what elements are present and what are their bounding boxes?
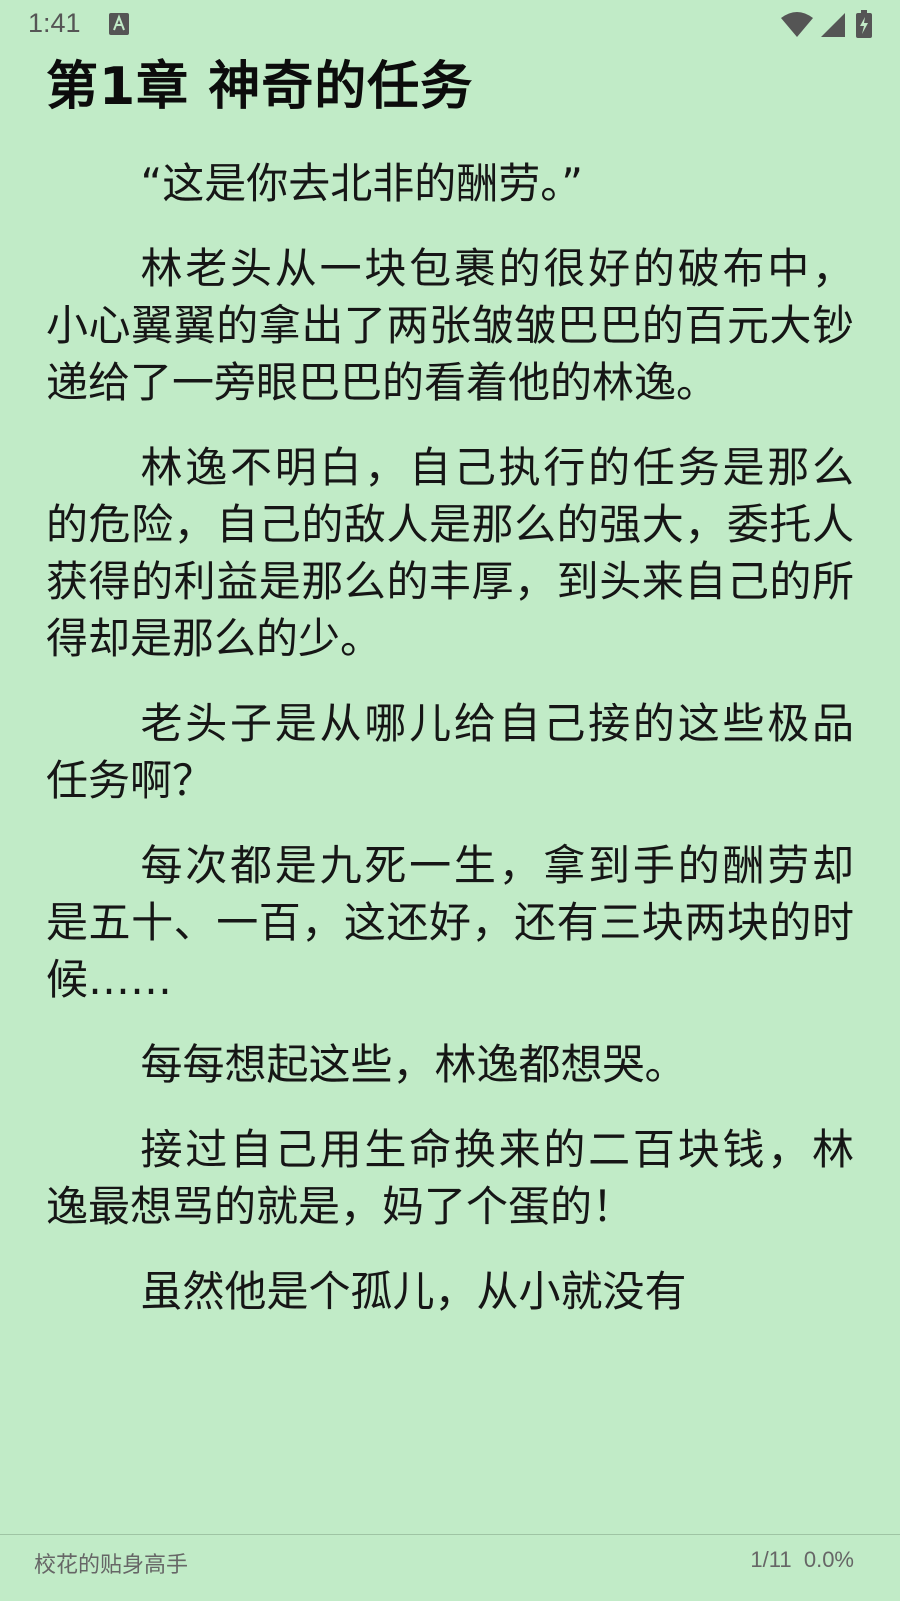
reading-progress: 1/11 0.0% <box>750 1547 854 1573</box>
reader-footer: 校花的贴身高手 1/11 0.0% <box>0 1534 900 1601</box>
paragraph: 接过自己用生命换来的二百块钱，林逸最想骂的就是，妈了个蛋的！ <box>46 1125 854 1231</box>
status-bar: 1:41 <box>0 0 900 48</box>
paragraph: “这是你去北非的酬劳。” <box>140 159 584 208</box>
paragraph: 老头子是从哪儿给自己接的这些极品任务啊？ <box>46 699 854 805</box>
chapter-content[interactable]: “这是你去北非的酬劳。” 林老头从一块包裹的很好的破布中，小心翼翼的拿出了两张皱… <box>46 155 854 1530</box>
paragraph: 林老头从一块包裹的很好的破布中，小心翼翼的拿出了两张皱皱巴巴的百元大钞递给了一旁… <box>46 244 854 407</box>
book-title: 校花的贴身高手 <box>34 1553 189 1578</box>
text-a-icon <box>109 13 129 35</box>
status-time: 1:41 <box>28 8 81 38</box>
paragraph: 虽然他是个孤儿，从小就没有 <box>140 1267 687 1316</box>
paragraph: 林逸不明白，自己执行的任务是那么的危险，自己的敌人是那么的强大，委托人获得的利益… <box>46 443 854 663</box>
signal-icon <box>821 13 845 37</box>
battery-icon <box>856 10 872 38</box>
paragraph: 每次都是九死一生，拿到手的酬劳却是五十、一百，这还好，还有三块两块的时候…… <box>46 841 854 1004</box>
status-icons <box>752 10 872 38</box>
page-indicator: 1/11 <box>750 1547 792 1572</box>
paragraph: 每每想起这些，林逸都想哭。 <box>140 1040 687 1089</box>
wifi-icon <box>781 12 813 37</box>
chapter-title: 第1章 神奇的任务 <box>46 57 474 117</box>
percent-indicator: 0.0% <box>803 1547 854 1572</box>
